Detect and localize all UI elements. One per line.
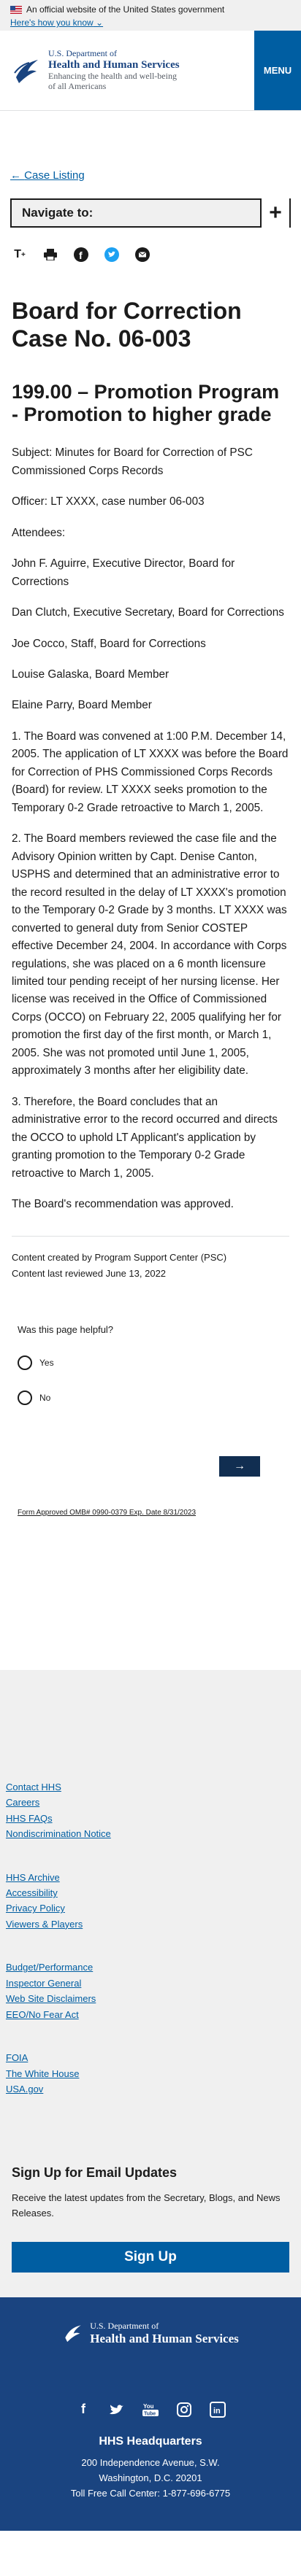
hq-title: HHS Headquarters	[99, 2434, 202, 2448]
logo-tagline-1: Enhancing the health and well-being	[48, 71, 177, 82]
feedback-yes-option[interactable]: Yes	[18, 1355, 283, 1370]
attendee-galaska: Louise Galaska, Board Member	[12, 668, 169, 681]
content-reviewed: Content last reviewed June 13, 2022	[12, 1267, 167, 1279]
print-icon[interactable]	[42, 247, 58, 263]
paragraph-2: 2. The Board members reviewed the case f…	[12, 832, 287, 1078]
footer-link[interactable]: Web Site Disclaimers	[6, 1991, 295, 2006]
case-listing-label: Case Listing	[24, 169, 85, 182]
footer-link[interactable]: EEO/No Fear Act	[6, 2007, 295, 2022]
facebook-icon[interactable]: f	[74, 2400, 93, 2419]
content-meta: Content created by Program Support Cente…	[12, 1235, 289, 1282]
navigate-label: Navigate to:	[22, 206, 94, 220]
attendee-parry: Elaine Parry, Board Member	[12, 699, 152, 712]
hhs-logo[interactable]: U.S. Department of Health and Human Serv…	[0, 31, 180, 110]
footer-logo-line1: U.S. Department of	[90, 2320, 159, 2331]
site-header: U.S. Department of Health and Human Serv…	[0, 31, 301, 111]
section-title: 199.00 – Promotion Program - Promotion t…	[12, 380, 280, 426]
attendee-aguirre: John F. Aguirre, Executive Director, Boa…	[12, 557, 235, 588]
text-size-icon[interactable]: T +	[12, 247, 28, 263]
us-flag-icon	[10, 5, 22, 14]
attendee-cocco: Joe Cocco, Staff, Board for Corrections	[12, 637, 206, 650]
twitter-icon[interactable]	[107, 2400, 126, 2419]
logo-line2: Health and Human Services	[48, 58, 180, 71]
footer-link[interactable]: Inspector General	[6, 1976, 295, 1991]
yes-radio[interactable]	[18, 1355, 32, 1370]
no-radio[interactable]	[18, 1390, 32, 1405]
instagram-icon[interactable]	[175, 2400, 194, 2419]
feedback-no-option[interactable]: No	[18, 1390, 283, 1405]
linkedin-icon[interactable]: in	[208, 2400, 227, 2419]
back-link-row: ← Case Listing	[0, 111, 301, 193]
youtube-icon[interactable]: You Tube	[141, 2400, 160, 2419]
omb-approval-link[interactable]: Form Approved OMB# 0990-0379 Exp. Date 8…	[18, 1509, 283, 1517]
hhs-eagle-icon	[65, 2325, 81, 2343]
article-body: Subject: Minutes for Board for Correctio…	[12, 444, 289, 1213]
facebook-icon[interactable]: f	[73, 247, 89, 263]
case-listing-link[interactable]: ← Case Listing	[10, 169, 85, 182]
menu-button[interactable]: MENU	[254, 31, 301, 110]
footer-link[interactable]: The White House	[6, 2066, 295, 2081]
footer-link[interactable]: HHS FAQs	[6, 1811, 295, 1826]
heres-how-you-know-link[interactable]: Here's how you know	[10, 18, 103, 28]
gov-banner-text: An official website of the United States…	[26, 4, 225, 15]
hq-address: 200 Independence Avenue, S.W. Washington…	[12, 2456, 289, 2501]
hhs-eagle-icon	[14, 59, 38, 83]
navigate-to-accordion[interactable]: Navigate to: +	[10, 198, 291, 228]
content-created: Content created by Program Support Cente…	[12, 1251, 227, 1263]
paragraph-subject: Subject: Minutes for Board for Correctio…	[12, 446, 253, 477]
footer-link[interactable]: USA.gov	[6, 2081, 295, 2097]
paragraph-recommendation: The Board's recommendation was approved.	[12, 1198, 234, 1211]
call-center-phone[interactable]: Toll Free Call Center: 1-877-696-6775	[12, 2486, 289, 2502]
address-line2: Washington, D.C. 20201	[99, 2472, 202, 2483]
paragraph-officer: Officer: LT XXXX, case number 06-003	[12, 495, 205, 508]
site-footer: U.S. Department of Health and Human Serv…	[0, 2297, 301, 2531]
gov-banner: An official website of the United States…	[0, 0, 301, 31]
signup-text: Receive the latest updates from the Secr…	[12, 2192, 281, 2219]
svg-text:You: You	[143, 2403, 154, 2410]
twitter-icon[interactable]	[104, 247, 120, 263]
footer-link-group-4: FOIA The White House USA.gov	[6, 2050, 295, 2097]
social-links: f You Tube in	[12, 2400, 289, 2419]
footer-link[interactable]: Accessibility	[6, 1885, 295, 1900]
logo-tagline-2: of all Americans	[48, 81, 107, 92]
yes-label: Yes	[39, 1357, 54, 1368]
logo-line1: U.S. Department of	[48, 48, 117, 59]
arrow-left-icon: ←	[10, 169, 25, 182]
footer-links: Contact HHS Careers HHS FAQs Nondiscrimi…	[0, 1669, 301, 2154]
feedback-question: Was this page helpful?	[18, 1323, 114, 1335]
no-label: No	[39, 1392, 51, 1403]
footer-link[interactable]: Careers	[6, 1795, 295, 1810]
feedback-form: Was this page helpful? Yes No → Form App…	[0, 1324, 301, 1517]
footer-link-group-1: Contact HHS Careers HHS FAQs Nondiscrimi…	[6, 1779, 295, 1842]
footer-link[interactable]: Privacy Policy	[6, 1900, 295, 1916]
footer-link[interactable]: Viewers & Players	[6, 1916, 295, 1932]
paragraph-3: 3. Therefore, the Board concludes that a…	[12, 1095, 278, 1180]
email-icon[interactable]	[134, 247, 150, 263]
attendee-clutch: Dan Clutch, Executive Secretary, Board f…	[12, 606, 284, 619]
address-line1: 200 Independence Avenue, S.W.	[81, 2456, 220, 2468]
footer-link[interactable]: HHS Archive	[6, 1870, 295, 1885]
page-title: Board for Correction Case No. 06-003	[12, 298, 242, 352]
paragraph-attendees: Attendees:	[12, 526, 66, 539]
footer-logo-line2: Health and Human Services	[90, 2331, 239, 2345]
footer-link-group-2: HHS Archive Accessibility Privacy Policy…	[6, 1870, 295, 1933]
share-toolbar: T + f	[0, 247, 301, 298]
svg-text:in: in	[213, 2407, 221, 2416]
footer-link[interactable]: Contact HHS	[6, 1779, 295, 1795]
footer-link[interactable]: Budget/Performance	[6, 1960, 295, 1975]
footer-link[interactable]: FOIA	[6, 2050, 295, 2065]
main-content: Board for Correction Case No. 06-003 199…	[0, 298, 301, 1282]
expand-plus-icon[interactable]: +	[260, 198, 289, 228]
footer-link-group-3: Budget/Performance Inspector General Web…	[6, 1960, 295, 2022]
sign-up-button[interactable]: Sign Up	[12, 2241, 289, 2273]
paragraph-1: 1. The Board was convened at 1:00 P.M. D…	[12, 730, 289, 814]
svg-text:Tube: Tube	[144, 2411, 156, 2416]
signup-title: Sign Up for Email Updates	[12, 2165, 178, 2181]
feedback-next-button[interactable]: →	[219, 1455, 260, 1477]
footer-hhs-logo[interactable]: U.S. Department of Health and Human Serv…	[12, 2321, 289, 2346]
email-signup: Sign Up for Email Updates Receive the la…	[0, 2154, 301, 2297]
footer-link[interactable]: Nondiscrimination Notice	[6, 1826, 295, 1841]
svg-text:f: f	[79, 250, 83, 261]
